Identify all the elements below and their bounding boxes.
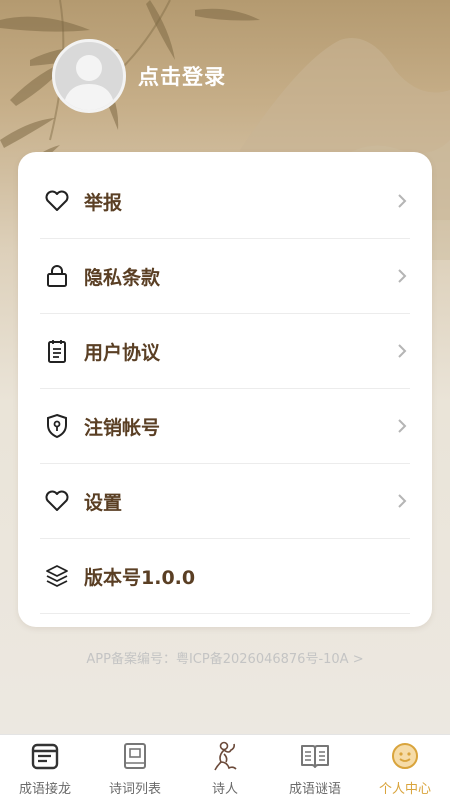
tab-label: 诗词列表: [108, 782, 161, 797]
tab-label: 成语接龙: [18, 782, 71, 797]
book-icon: [118, 739, 152, 773]
shield-icon: [42, 411, 72, 441]
bottom-tab-bar: 成语接龙 诗词列表 诗人 成语谜语 个人中心: [0, 734, 450, 800]
chevron-right-icon: [394, 191, 410, 211]
smiley-icon: [388, 739, 422, 773]
version-label: 版本号1.0.0: [84, 566, 196, 589]
menu-item-version: 版本号1.0.0: [40, 539, 410, 614]
menu-item-settings[interactable]: 设置: [40, 464, 410, 539]
open-book-icon: [298, 739, 332, 773]
tab-label: 成语谜语: [288, 782, 341, 797]
tab-label: 个人中心: [378, 782, 431, 797]
icp-record-link[interactable]: APP备案编号：粤ICP备2026046876号-10A >: [0, 648, 450, 667]
menu-item-privacy[interactable]: 隐私条款: [40, 239, 410, 314]
chevron-right-icon: [394, 491, 410, 511]
tab-idiom-riddles[interactable]: 成语谜语: [270, 735, 360, 800]
chevron-right-icon: [394, 416, 410, 436]
menu-item-label: 设置: [84, 491, 123, 514]
avatar[interactable]: [52, 39, 126, 113]
menu-item-label: 注销帐号: [84, 416, 161, 439]
menu-item-label: 隐私条款: [84, 266, 161, 289]
layers-icon: [42, 561, 72, 591]
login-link[interactable]: 点击登录: [138, 61, 226, 91]
tab-idiom-chain[interactable]: 成语接龙: [0, 735, 90, 800]
heart-icon: [42, 486, 72, 516]
menu-item-label: 举报: [84, 191, 123, 214]
poet-figure-icon: [208, 739, 242, 773]
settings-menu-card: 举报 隐私条款 用户协议 注销帐号 设置 版本号1.0.0: [18, 152, 432, 627]
default-user-icon: [63, 55, 115, 110]
tab-poem-list[interactable]: 诗词列表: [90, 735, 180, 800]
chevron-right-icon: [394, 266, 410, 286]
menu-item-report[interactable]: 举报: [40, 164, 410, 239]
tab-poets[interactable]: 诗人: [180, 735, 270, 800]
menu-item-label: 用户协议: [84, 341, 161, 364]
calendar-book-icon: [28, 739, 62, 773]
menu-item-user-agreement[interactable]: 用户协议: [40, 314, 410, 389]
lock-icon: [42, 261, 72, 291]
menu-item-delete-account[interactable]: 注销帐号: [40, 389, 410, 464]
profile-header[interactable]: 点击登录: [52, 38, 226, 114]
tab-label: 诗人: [211, 782, 238, 797]
heart-icon: [42, 186, 72, 216]
tab-profile[interactable]: 个人中心: [360, 735, 450, 800]
chevron-right-icon: [394, 341, 410, 361]
document-icon: [42, 336, 72, 366]
